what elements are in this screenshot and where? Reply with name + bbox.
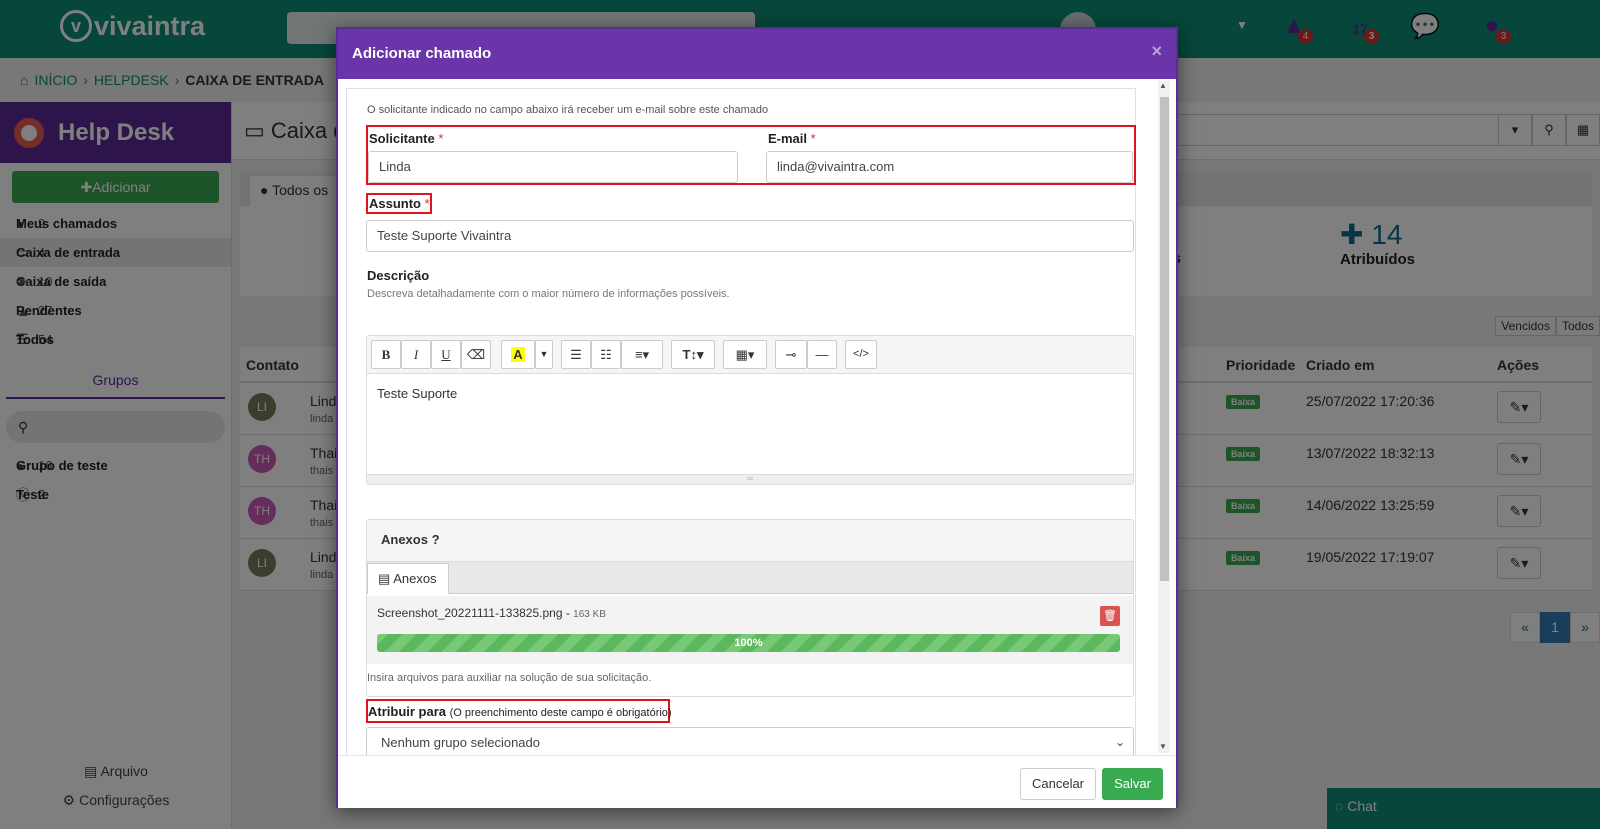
help-icon[interactable]: ? bbox=[432, 532, 440, 547]
upload-progress-bar: 100% bbox=[377, 634, 1120, 652]
scroll-up-icon[interactable]: ▲ bbox=[1159, 81, 1167, 90]
chevron-down-icon: ⌄ bbox=[1114, 735, 1125, 749]
attachments-panel: Anexos ? ▤ Anexos Screenshot_20221111-13… bbox=[366, 519, 1134, 697]
editor-resize-handle[interactable]: ═ bbox=[367, 474, 1133, 484]
email-label-text: E-mail bbox=[768, 131, 808, 146]
highlight-color-button[interactable]: A bbox=[501, 340, 535, 369]
cancel-button[interactable]: Cancelar bbox=[1020, 768, 1096, 800]
requester-label: Solicitante * bbox=[369, 131, 443, 146]
tab-attachments[interactable]: ▤ Anexos bbox=[367, 563, 449, 594]
color-dropdown-caret[interactable]: ▼ bbox=[535, 340, 553, 369]
attachments-header: Anexos ? bbox=[367, 520, 1133, 562]
upload-progress-fill: 100% bbox=[377, 634, 1120, 652]
editor-toolbar: B I U ⌫ A ▼ ☰ ☷ ≡▾ T↕▾ ▦▾ ⊸ — </> bbox=[367, 336, 1133, 374]
save-button[interactable]: Salvar bbox=[1102, 768, 1163, 800]
modal-header: Adicionar chamado × bbox=[338, 29, 1176, 79]
attachments-hint: Insira arquivos para auxiliar na solução… bbox=[367, 672, 652, 684]
attachments-tabs: ▤ Anexos bbox=[367, 562, 1133, 594]
assign-label: Atribuir para (O preenchimento deste cam… bbox=[368, 704, 672, 719]
scrollbar-thumb[interactable] bbox=[1160, 97, 1169, 581]
modal-body[interactable]: O solicitante indicado no campo abaixo i… bbox=[338, 79, 1176, 755]
modal-footer: Cancelar Salvar bbox=[338, 755, 1176, 808]
add-ticket-modal: Adicionar chamado × O solicitante indica… bbox=[336, 27, 1178, 808]
eraser-icon[interactable]: ⌫ bbox=[461, 340, 491, 369]
subject-input[interactable]: Teste Suporte Vivaintra bbox=[366, 220, 1134, 252]
description-text-area[interactable]: Teste Suporte bbox=[367, 374, 1133, 474]
modal-scrollbar[interactable]: ▲ ▼ bbox=[1158, 81, 1170, 753]
unordered-list-icon[interactable]: ☰ bbox=[561, 340, 591, 369]
email-label: E-mail * bbox=[768, 131, 816, 146]
requester-input[interactable]: Linda bbox=[368, 151, 738, 183]
scroll-down-icon[interactable]: ▼ bbox=[1159, 742, 1167, 751]
table-icon[interactable]: ▦▾ bbox=[723, 340, 767, 369]
align-icon[interactable]: ≡▾ bbox=[621, 340, 663, 369]
assign-selected-value: Nenhum grupo selecionado bbox=[381, 735, 540, 750]
subject-label-text: Assunto bbox=[369, 196, 421, 211]
attachments-title: Anexos bbox=[381, 532, 428, 547]
file-info: Screenshot_20221111-133825.png - 163 KB bbox=[377, 606, 606, 620]
required-mark: * bbox=[438, 131, 444, 146]
file-name: Screenshot_20221111-133825.png bbox=[377, 606, 563, 620]
trash-icon: 🗑 bbox=[1103, 610, 1117, 622]
description-label: Descrição bbox=[367, 268, 430, 283]
required-mark: * bbox=[424, 196, 430, 211]
link-icon[interactable]: ⊸ bbox=[775, 340, 807, 369]
assign-label-text: Atribuir para bbox=[368, 704, 447, 719]
file-item: Screenshot_20221111-133825.png - 163 KB … bbox=[367, 596, 1133, 664]
assign-hint: (O preenchimento deste campo é obrigatór… bbox=[449, 707, 672, 719]
code-view-icon[interactable]: </> bbox=[845, 340, 877, 369]
close-icon[interactable]: × bbox=[1151, 41, 1162, 62]
text-color-icon: A bbox=[511, 347, 525, 362]
email-input[interactable]: linda@vivaintra.com bbox=[766, 151, 1133, 183]
description-hint: Descreva detalhadamente com o maior núme… bbox=[367, 288, 730, 300]
delete-file-button[interactable]: 🗑 bbox=[1100, 606, 1120, 626]
modal-title: Adicionar chamado bbox=[352, 45, 492, 62]
assign-group-select[interactable]: Nenhum grupo selecionado ⌄ bbox=[366, 727, 1134, 755]
requester-note: O solicitante indicado no campo abaixo i… bbox=[367, 104, 769, 116]
bold-button[interactable]: B bbox=[371, 340, 401, 369]
tab-attachments-label: Anexos bbox=[393, 571, 437, 586]
ordered-list-icon[interactable]: ☷ bbox=[591, 340, 621, 369]
description-editor: B I U ⌫ A ▼ ☰ ☷ ≡▾ T↕▾ ▦▾ ⊸ — </> Teste … bbox=[366, 335, 1134, 485]
subject-label: Assunto * bbox=[369, 196, 430, 211]
required-mark: * bbox=[810, 131, 816, 146]
file-size: 163 KB bbox=[573, 609, 606, 620]
text-size-icon[interactable]: T↕▾ bbox=[671, 340, 715, 369]
file-icon: ▤ bbox=[378, 571, 394, 586]
italic-button[interactable]: I bbox=[401, 340, 431, 369]
horizontal-rule-icon[interactable]: — bbox=[807, 340, 837, 369]
requester-label-text: Solicitante bbox=[369, 131, 435, 146]
underline-button[interactable]: U bbox=[431, 340, 461, 369]
